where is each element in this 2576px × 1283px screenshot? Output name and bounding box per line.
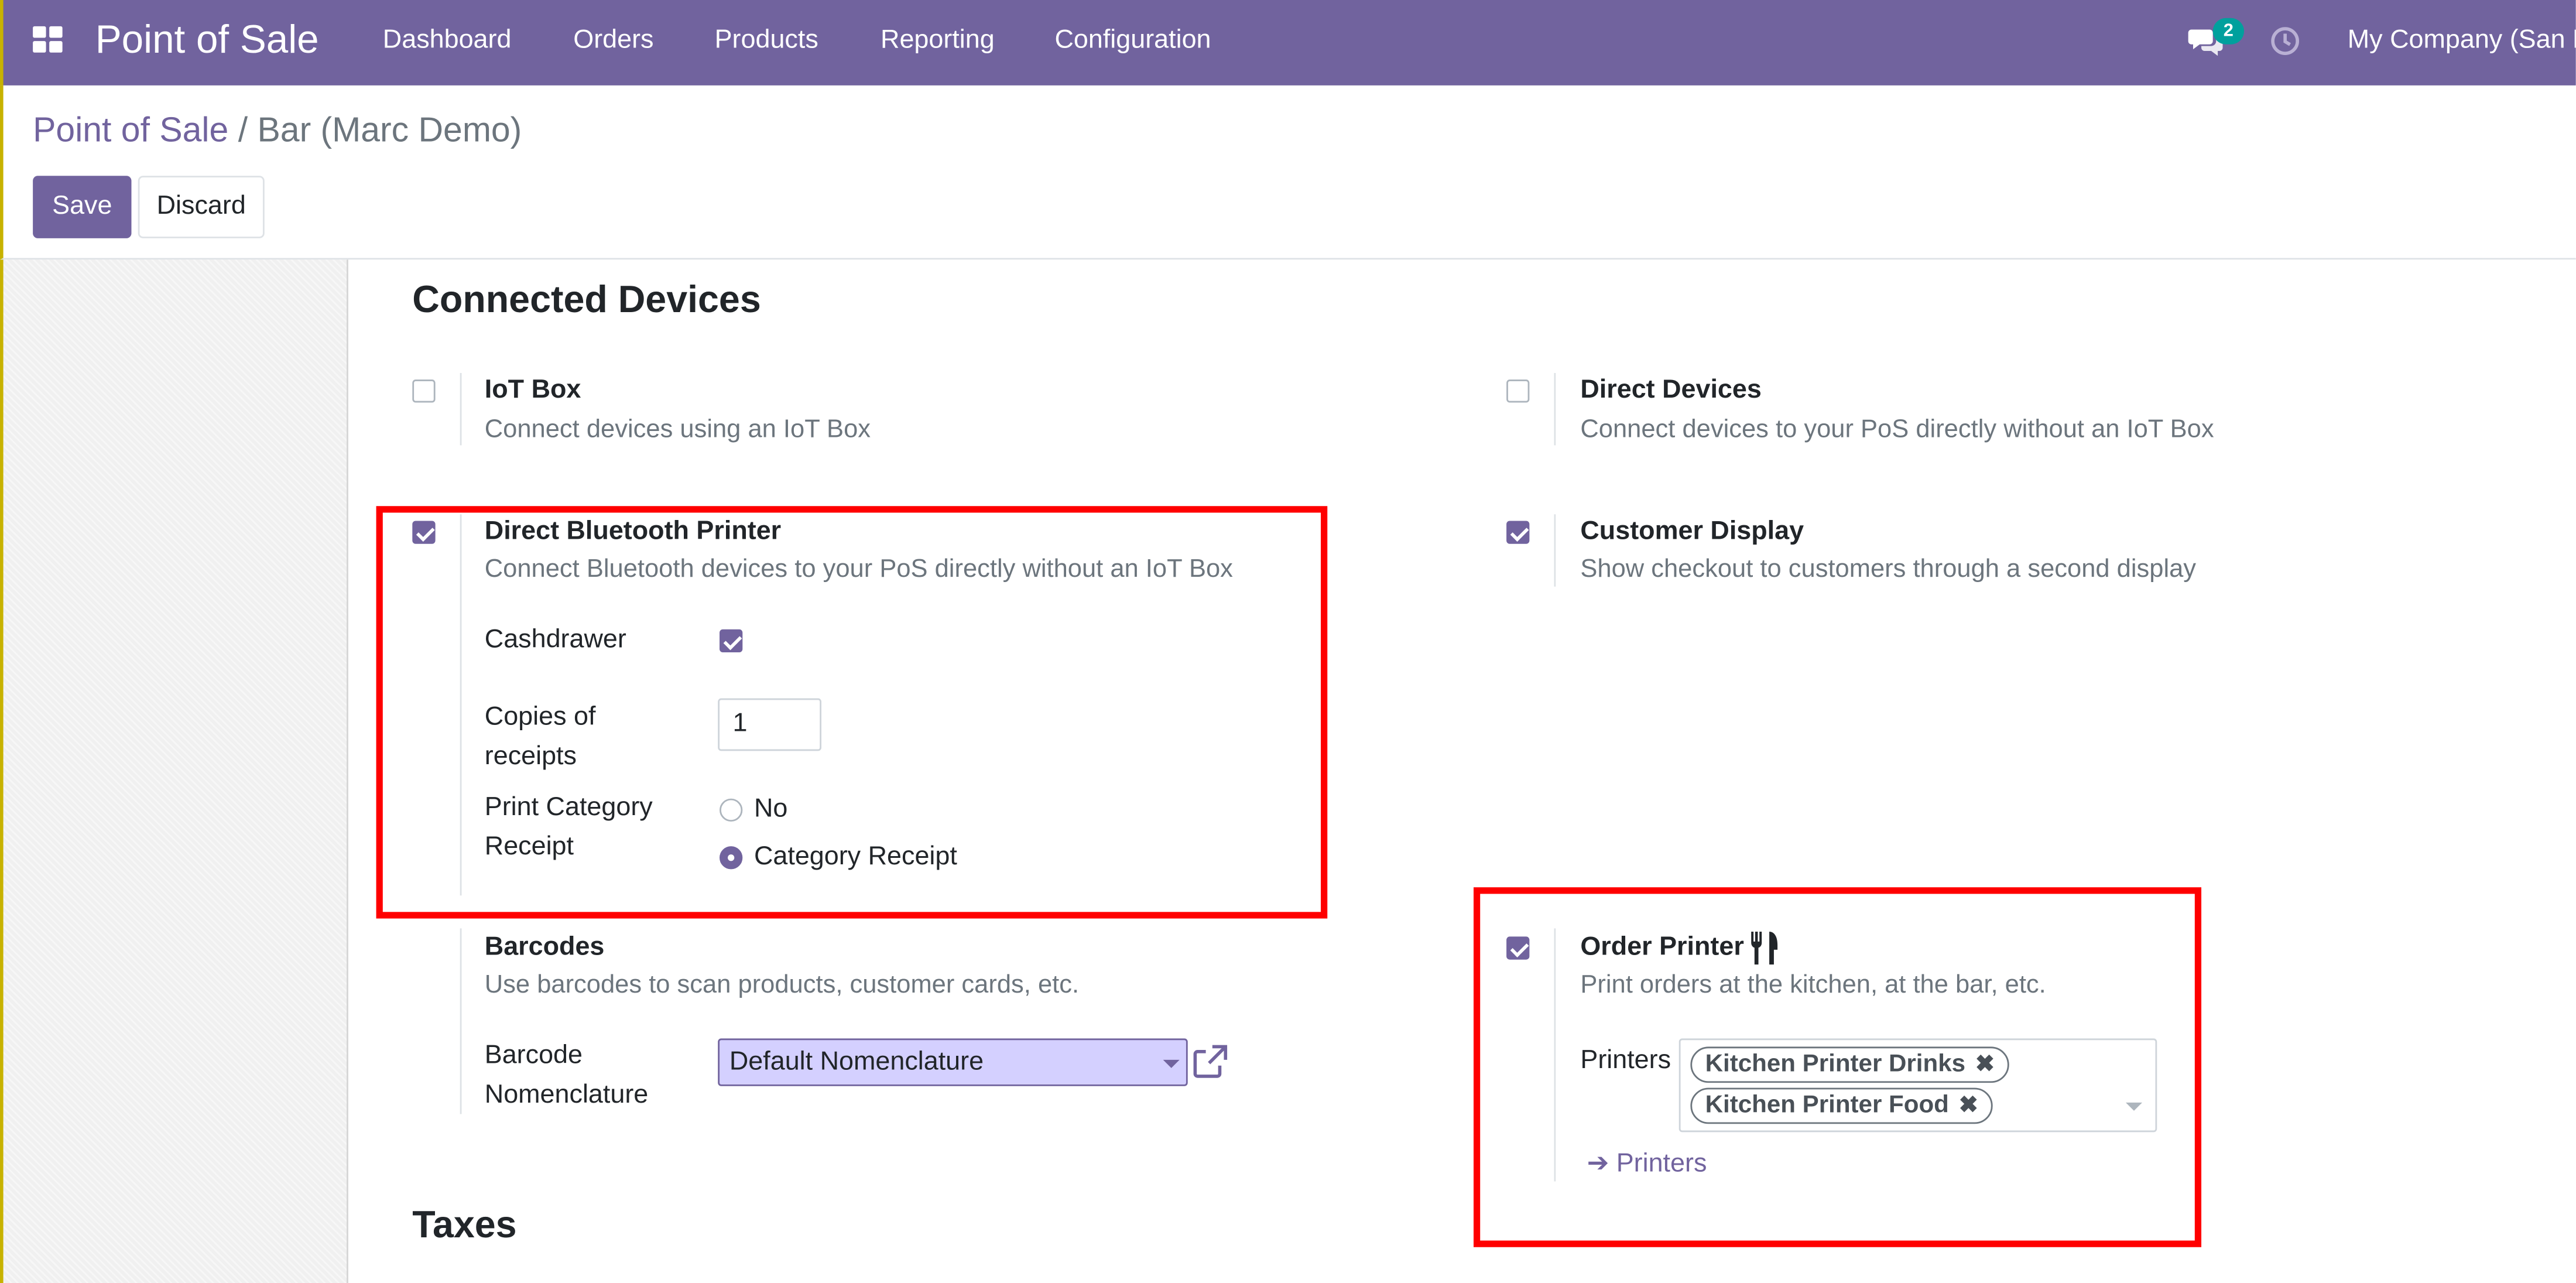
external-link-icon[interactable] <box>1191 1043 1230 1080</box>
divider <box>1554 514 1556 587</box>
highlight-box-order-printer <box>1473 887 2202 1247</box>
menu-configuration[interactable]: Configuration <box>1054 26 1211 56</box>
section-heading-taxes: Taxes <box>412 1202 517 1246</box>
barcode-nomenclature-label: Barcode Nomenclature <box>484 1042 649 1110</box>
divider <box>1554 372 1556 446</box>
highlight-box-bluetooth-printer <box>376 506 1328 919</box>
messages-count-badge: 2 <box>2212 18 2244 45</box>
barcode-nomenclature-select[interactable]: Default Nomenclature <box>718 1038 1188 1086</box>
chevron-down-icon <box>1163 1059 1180 1068</box>
menu-products[interactable]: Products <box>715 26 818 56</box>
top-navbar: Point of Sale Dashboard Orders Products … <box>0 0 2576 85</box>
menu-reporting[interactable]: Reporting <box>881 26 995 56</box>
iot-box-title: IoT Box <box>484 376 581 405</box>
customer-display-checkbox[interactable] <box>1506 521 1530 544</box>
direct-devices-help: Connect devices to your PoS directly wit… <box>1580 415 2214 444</box>
activity-clock-icon[interactable] <box>2270 26 2300 56</box>
screen: Point of Sale Dashboard Orders Products … <box>0 0 2576 1283</box>
iot-box-checkbox[interactable] <box>412 379 436 403</box>
section-heading-connected-devices: Connected Devices <box>412 278 761 321</box>
divider <box>460 372 462 446</box>
company-switcher[interactable]: My Company (San F <box>2348 26 2576 56</box>
barcodes-title: Barcodes <box>484 933 605 962</box>
direct-devices-title: Direct Devices <box>1580 376 1762 405</box>
iot-box-help: Connect devices using an IoT Box <box>484 415 871 444</box>
direct-devices-checkbox[interactable] <box>1506 379 1530 403</box>
breadcrumb-current: Bar (Marc Demo) <box>257 111 522 150</box>
barcodes-help: Use barcodes to scan products, customer … <box>484 971 1080 1000</box>
customer-display-title: Customer Display <box>1580 517 1804 546</box>
barcode-nomenclature-value: Default Nomenclature <box>729 1048 984 1076</box>
apps-menu-icon[interactable] <box>33 26 66 56</box>
save-button[interactable]: Save <box>33 176 132 238</box>
app-name[interactable]: Point of Sale <box>95 18 319 64</box>
customer-display-help: Show checkout to customers through a sec… <box>1580 555 2197 584</box>
control-panel: Point of Sale / Bar (Marc Demo) Save Dis… <box>0 85 2576 260</box>
menu-dashboard[interactable]: Dashboard <box>383 26 512 56</box>
discard-button[interactable]: Discard <box>138 176 265 238</box>
left-gutter <box>0 259 348 1283</box>
divider <box>460 928 462 1114</box>
breadcrumb-parent[interactable]: Point of Sale <box>33 112 228 150</box>
menu-orders[interactable]: Orders <box>573 26 653 56</box>
breadcrumb: Point of Sale / Bar (Marc Demo) <box>33 112 522 151</box>
breadcrumb-separator: / <box>238 111 248 150</box>
